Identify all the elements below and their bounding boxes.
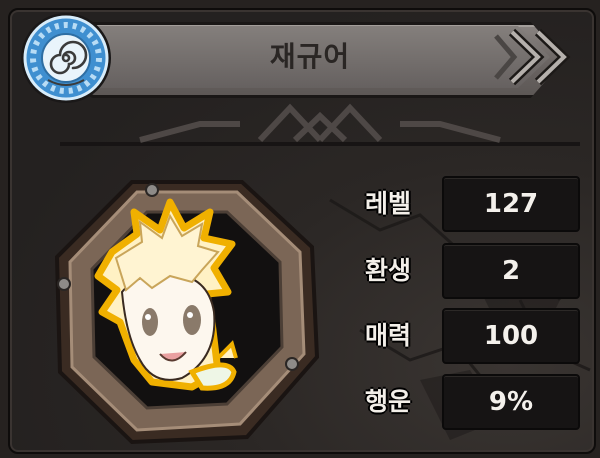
- spiral-emblem-icon: [21, 13, 111, 103]
- stat-label-charm: 매력: [364, 321, 411, 350]
- stat-label-level: 레벨: [364, 189, 411, 218]
- double-chevron-right-icon[interactable]: [490, 22, 590, 92]
- stat-value-luck: 9%: [442, 374, 580, 430]
- divider-ornament: [60, 103, 580, 146]
- character-name: 재규어: [269, 40, 351, 73]
- stat-label-rebirth: 환생: [364, 256, 411, 285]
- stat-label-luck: 행운: [364, 387, 411, 416]
- stat-value-level: 127: [442, 176, 580, 232]
- stat-value-charm: 100: [442, 308, 580, 364]
- character-portrait: [54, 180, 320, 445]
- stat-value-rebirth: 2: [442, 243, 580, 299]
